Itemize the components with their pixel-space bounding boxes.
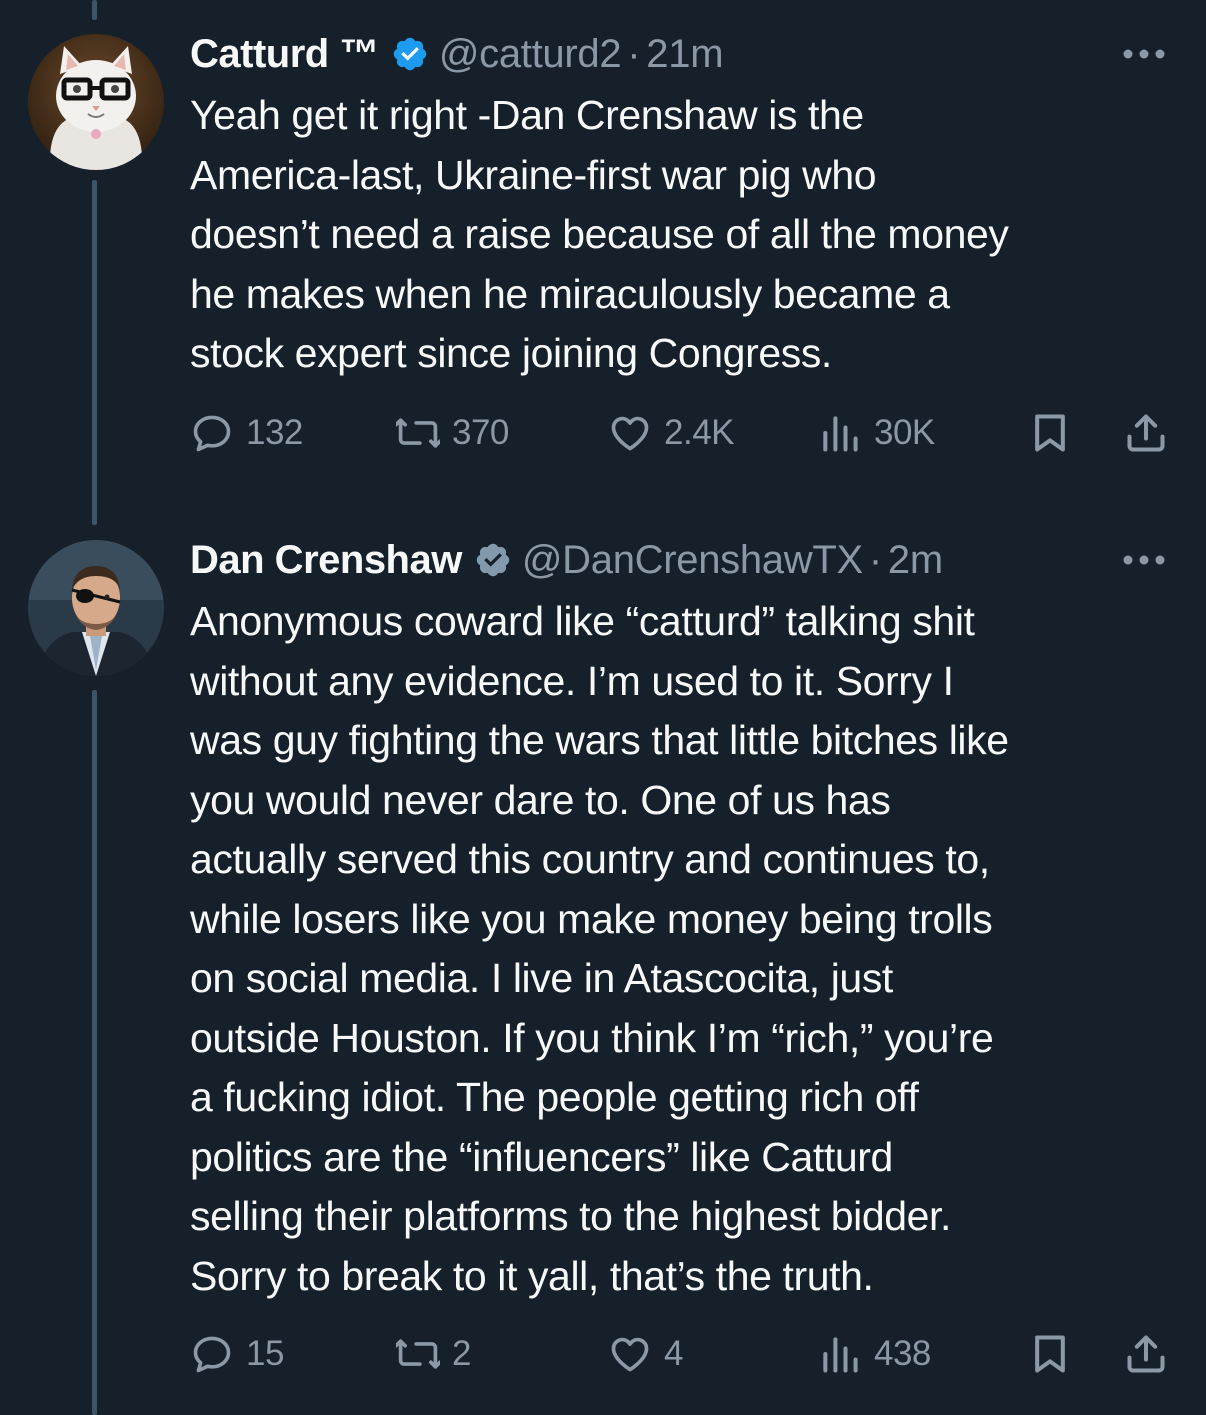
- retweet-count: 370: [452, 413, 509, 452]
- user-handle[interactable]: @DanCrenshawTX: [522, 538, 863, 583]
- retweet-button[interactable]: 2: [396, 1329, 471, 1379]
- more-icon: [1123, 555, 1165, 565]
- bookmark-icon: [1035, 1335, 1065, 1373]
- share-button[interactable]: [1124, 1329, 1180, 1379]
- share-button[interactable]: [1124, 408, 1180, 458]
- avatar[interactable]: [28, 540, 164, 676]
- display-name[interactable]: Catturd ™: [190, 32, 379, 77]
- views-button[interactable]: 438: [818, 1329, 931, 1379]
- user-handle[interactable]: @catturd2: [439, 32, 622, 77]
- more-button[interactable]: [1122, 26, 1166, 82]
- cat-with-glasses-avatar: [28, 34, 164, 170]
- more-button[interactable]: [1122, 532, 1166, 588]
- reply-count: 15: [246, 1334, 284, 1373]
- like-count: 4: [664, 1334, 683, 1373]
- retweet-count: 2: [452, 1334, 471, 1373]
- verified-badge-icon[interactable]: [474, 541, 512, 579]
- like-icon: [611, 416, 649, 451]
- separator-dot: ·: [627, 31, 641, 76]
- retweet-icon: [396, 418, 440, 448]
- tweet-header: Catturd ™ @catturd2 · 21m: [190, 26, 1166, 82]
- views-button[interactable]: 30K: [818, 408, 935, 458]
- thread-line-middle: [92, 180, 97, 525]
- share-icon: [1127, 414, 1165, 452]
- bookmark-button[interactable]: [1028, 408, 1084, 458]
- tweet-actions: 132 370 2.4K 30K: [190, 408, 1176, 458]
- tweet-actions: 15 2 4 438: [190, 1329, 1176, 1379]
- reply-icon: [193, 415, 231, 452]
- reply-button[interactable]: 15: [190, 1329, 284, 1379]
- views-icon: [823, 1337, 858, 1373]
- tweet-text: Anonymous coward like “catturd” talking …: [190, 598, 1009, 1299]
- reply-button[interactable]: 132: [190, 408, 303, 458]
- bookmark-button[interactable]: [1028, 1329, 1084, 1379]
- avatar[interactable]: [28, 34, 164, 170]
- man-with-eyepatch-avatar: [28, 540, 164, 676]
- views-count: 438: [874, 1334, 931, 1373]
- thread-line-top: [92, 0, 97, 20]
- views-icon: [823, 416, 858, 452]
- reply-count: 132: [246, 413, 303, 452]
- bookmark-icon: [1035, 414, 1065, 452]
- share-icon: [1127, 1335, 1165, 1373]
- reply-icon: [193, 1336, 231, 1373]
- tweet-text: Yeah get it right -Dan Crenshaw is the A…: [190, 92, 1009, 376]
- timestamp[interactable]: 2m: [888, 538, 943, 583]
- views-count: 30K: [874, 413, 935, 452]
- timestamp[interactable]: 21m: [646, 32, 723, 77]
- like-button[interactable]: 2.4K: [608, 408, 735, 458]
- separator-dot: ·: [868, 537, 882, 582]
- retweet-icon: [396, 1339, 440, 1369]
- like-button[interactable]: 4: [608, 1329, 683, 1379]
- more-icon: [1123, 49, 1165, 59]
- tweet-header: Dan Crenshaw @DanCrenshawTX · 2m: [190, 532, 1166, 588]
- like-icon: [611, 1337, 649, 1372]
- display-name[interactable]: Dan Crenshaw: [190, 538, 462, 583]
- retweet-button[interactable]: 370: [396, 408, 509, 458]
- like-count: 2.4K: [664, 413, 735, 452]
- verified-badge-icon[interactable]: [391, 35, 429, 73]
- thread-line-bottom: [92, 690, 97, 1415]
